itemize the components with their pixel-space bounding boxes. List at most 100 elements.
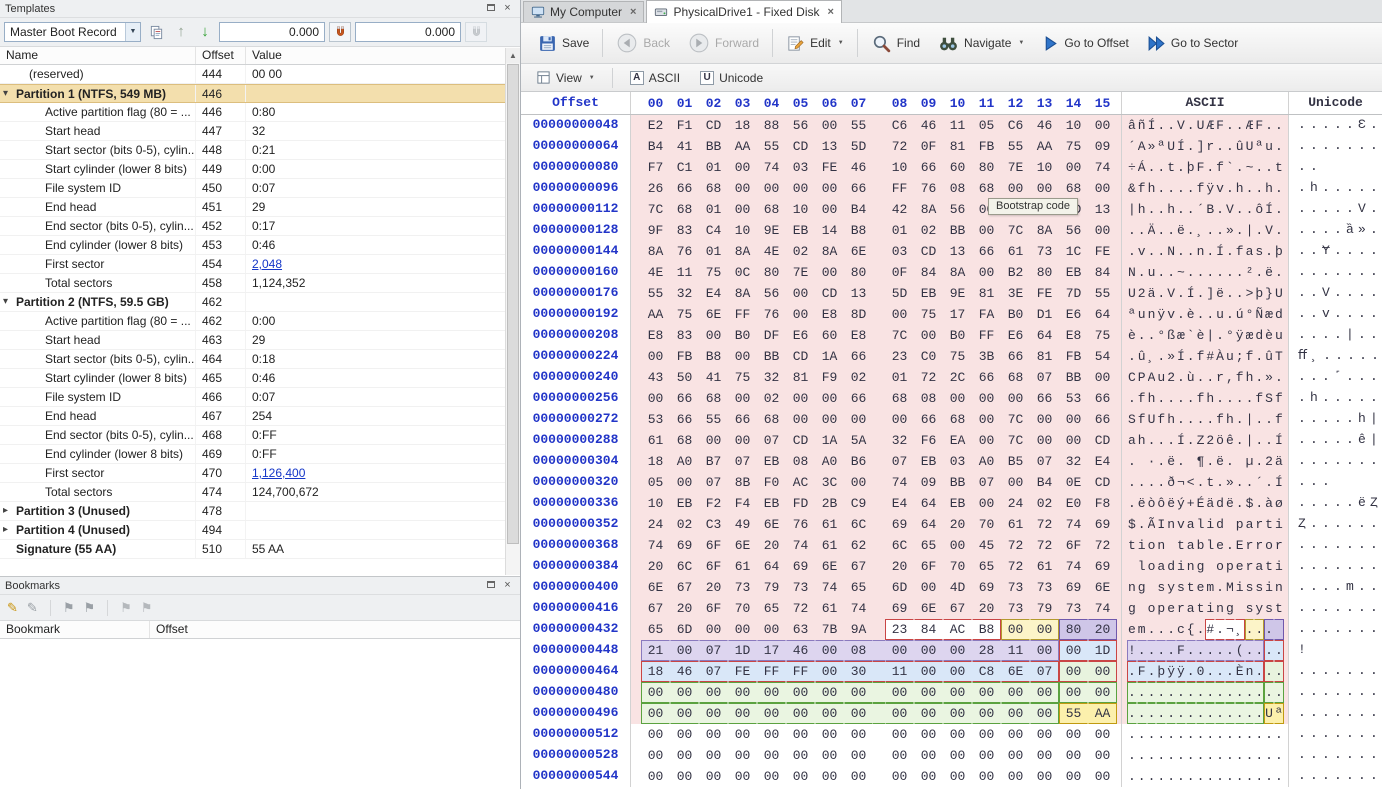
ascii-char[interactable]: .	[1186, 136, 1196, 157]
ascii-char[interactable]: .	[1254, 220, 1264, 241]
ascii-char[interactable]: .	[1147, 157, 1157, 178]
hex-byte[interactable]: 00	[914, 766, 943, 787]
ascii-char[interactable]: f	[1215, 409, 1225, 430]
ascii-cell[interactable]: tion table.Error	[1121, 535, 1289, 556]
hex-byte[interactable]: 00	[815, 199, 844, 220]
hex-byte[interactable]: 00	[670, 703, 699, 724]
ascii-char[interactable]: Í	[1147, 115, 1157, 136]
ascii-char[interactable]: µ	[1245, 451, 1255, 472]
hex-byte[interactable]: BB	[943, 220, 972, 241]
hex-byte[interactable]: 00	[914, 325, 943, 346]
ascii-char[interactable]: û	[1235, 136, 1245, 157]
ascii-char[interactable]: .	[1254, 682, 1264, 703]
hex-byte[interactable]: 00	[699, 619, 728, 640]
ascii-char[interactable]: .	[1137, 682, 1147, 703]
ascii-char[interactable]: ß	[1166, 325, 1176, 346]
unicode-cell[interactable]: ........	[1289, 703, 1382, 724]
ascii-char[interactable]: .	[1205, 724, 1215, 745]
hex-byte[interactable]: 69	[786, 556, 815, 577]
hex-byte[interactable]: 00	[972, 262, 1001, 283]
hex-byte[interactable]: 84	[914, 619, 943, 640]
scrollbar-thumb[interactable]	[507, 64, 519, 544]
hex-byte[interactable]: 17	[757, 640, 786, 661]
unicode-toggle-button[interactable]: U Unicode	[693, 67, 770, 89]
ascii-char[interactable]: .	[1215, 577, 1225, 598]
hex-byte[interactable]: 55	[699, 409, 728, 430]
ascii-char[interactable]: e	[1215, 535, 1225, 556]
hex-byte[interactable]: 00	[728, 682, 757, 703]
hex-byte[interactable]: 00	[815, 745, 844, 766]
ascii-char[interactable]: p	[1225, 556, 1235, 577]
ascii-char[interactable]: .	[1196, 766, 1206, 787]
hex-byte[interactable]: 00	[786, 178, 815, 199]
ascii-char[interactable]: E	[1235, 535, 1245, 556]
ascii-char[interactable]: ,	[1225, 367, 1235, 388]
hex-byte[interactable]: 67	[844, 556, 873, 577]
ascii-char[interactable]: +	[1186, 493, 1196, 514]
ascii-char[interactable]: .	[1225, 682, 1235, 703]
ascii-char[interactable]: .	[1137, 325, 1147, 346]
ascii-char[interactable]: |	[1127, 199, 1137, 220]
hex-byte[interactable]: 46	[670, 661, 699, 682]
hex-byte[interactable]: 8A	[914, 199, 943, 220]
hex-byte[interactable]: 13	[815, 136, 844, 157]
ascii-char[interactable]: .	[1156, 346, 1166, 367]
hex-byte[interactable]: 00	[1001, 388, 1030, 409]
ascii-char[interactable]: o	[1264, 535, 1274, 556]
template-row[interactable]: Active partition flag (80 = ...4620:00	[0, 312, 520, 331]
hex-byte[interactable]: 03	[786, 157, 815, 178]
field-value-cell[interactable]: 0:07	[246, 388, 520, 406]
ascii-char[interactable]: a	[1156, 556, 1166, 577]
hex-byte[interactable]: 00	[699, 703, 728, 724]
remove-all-bookmarks-button[interactable]: ⚑	[141, 600, 153, 616]
hex-byte[interactable]: 65	[844, 577, 873, 598]
ascii-char[interactable]: .	[1245, 682, 1255, 703]
ascii-char[interactable]: .	[1166, 619, 1176, 640]
ascii-char[interactable]: Í	[1186, 283, 1196, 304]
ascii-char[interactable]: o	[1215, 556, 1225, 577]
ascii-char[interactable]: g	[1196, 556, 1206, 577]
ascii-char[interactable]: è	[1196, 325, 1206, 346]
hex-byte[interactable]: 6F	[699, 556, 728, 577]
ascii-cell[interactable]: ªunÿv.è..u.ú°Ñæd	[1121, 304, 1289, 325]
ascii-char[interactable]: .	[1147, 661, 1157, 682]
hex-byte[interactable]: 55	[641, 283, 670, 304]
hex-byte[interactable]: 00	[844, 724, 873, 745]
ascii-char[interactable]: !	[1127, 640, 1137, 661]
chevron-down-icon[interactable]: ▼	[838, 40, 844, 46]
hex-byte[interactable]: 66	[1030, 388, 1059, 409]
ascii-char[interactable]: s	[1176, 577, 1186, 598]
ascii-char[interactable]: a	[1245, 241, 1255, 262]
field-name-cell[interactable]: Signature (55 AA)	[0, 540, 196, 558]
template-row[interactable]: End cylinder (lower 8 bits)4690:FF	[0, 445, 520, 464]
ascii-char[interactable]: .	[1147, 430, 1157, 451]
hex-byte[interactable]: F7	[641, 157, 670, 178]
hex-byte[interactable]: CD	[699, 115, 728, 136]
hex-byte[interactable]: 72	[1030, 535, 1059, 556]
hex-byte[interactable]: B4	[844, 199, 873, 220]
hex-byte[interactable]: C3	[699, 514, 728, 535]
hex-byte[interactable]: 66	[670, 178, 699, 199]
expander-closed-icon[interactable]: ▸	[3, 502, 16, 520]
ascii-char[interactable]: .	[1186, 115, 1196, 136]
hex-byte[interactable]: 83	[670, 325, 699, 346]
ascii-char[interactable]: .	[1156, 682, 1166, 703]
ascii-char[interactable]: .	[1176, 724, 1186, 745]
hex-byte[interactable]: 61	[815, 598, 844, 619]
hex-byte[interactable]: 07	[699, 640, 728, 661]
hex-byte[interactable]: 68	[699, 388, 728, 409]
hex-byte[interactable]: B8	[844, 220, 873, 241]
hex-byte[interactable]: 54	[1088, 346, 1117, 367]
ascii-char[interactable]: .	[1127, 682, 1137, 703]
ascii-char[interactable]: .	[1156, 451, 1166, 472]
ascii-char[interactable]: |	[1245, 409, 1255, 430]
hex-byte[interactable]: 75	[699, 262, 728, 283]
unicode-cell[interactable]: ..V.....	[1289, 283, 1382, 304]
ascii-char[interactable]: .	[1205, 262, 1215, 283]
ascii-char[interactable]: h	[1166, 409, 1176, 430]
hex-byte[interactable]: 68	[885, 388, 914, 409]
template-row[interactable]: Start cylinder (lower 8 bits)4650:46	[0, 369, 520, 388]
hex-byte[interactable]: 00	[1001, 703, 1030, 724]
sector-link[interactable]: 2,048	[252, 257, 282, 271]
ascii-cell[interactable]: $.ÃInvalid parti	[1121, 514, 1289, 535]
